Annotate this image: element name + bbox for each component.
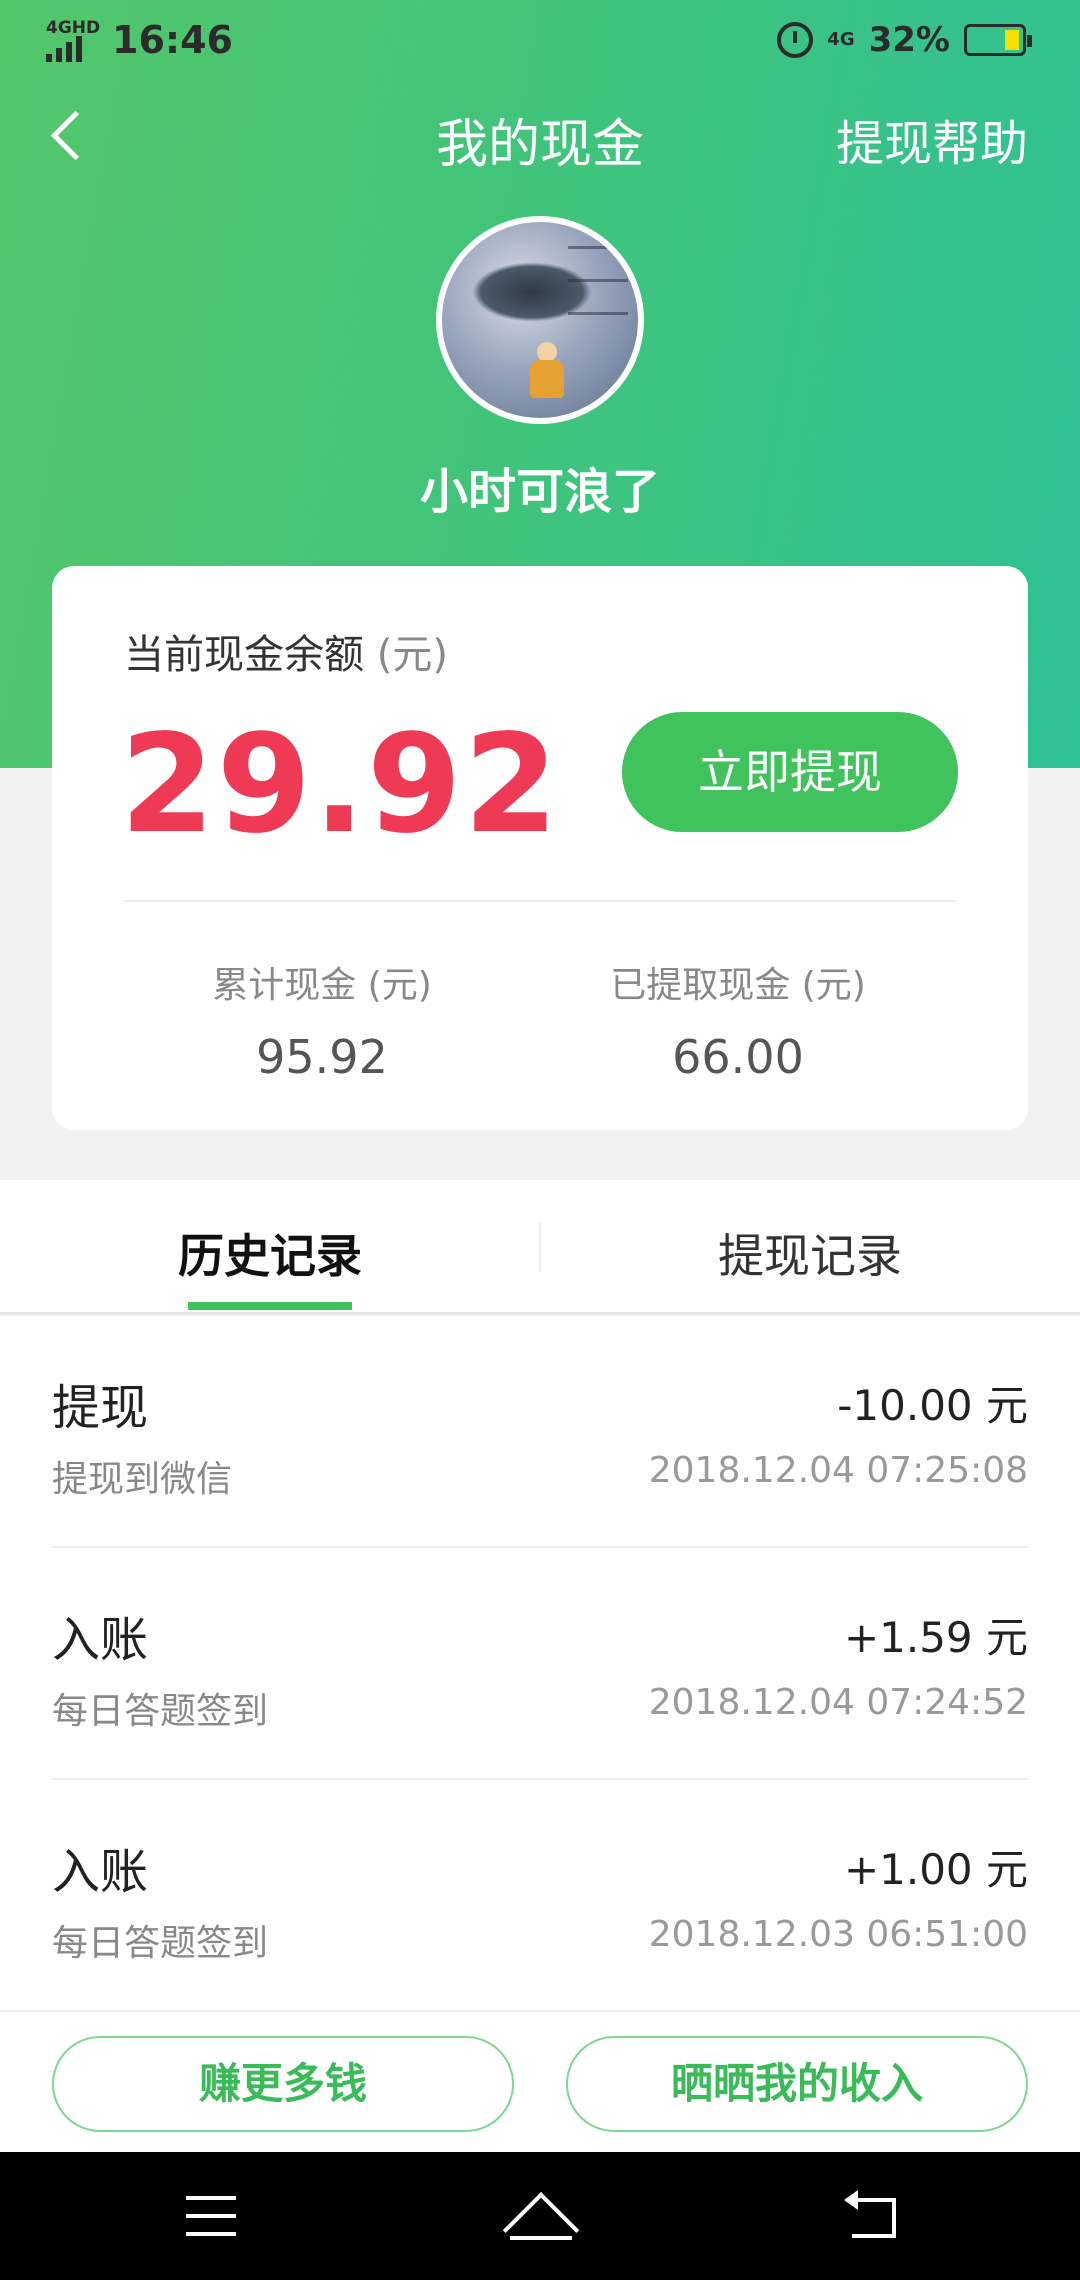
mobile-data-indicator: 4G	[827, 29, 855, 50]
navigation-bar: 我的现金 提现帮助	[0, 90, 1080, 186]
record-tabs: 历史记录 提现记录	[0, 1180, 1080, 1314]
status-bar: 4GHD 16:46 4G 32%	[0, 0, 1080, 84]
clock: 16:46	[112, 18, 233, 62]
status-left: 4GHD 16:46	[46, 18, 233, 62]
record-description: 提现到微信	[52, 1459, 233, 1500]
bottom-action-bar: 赚更多钱 晒晒我的收入	[0, 2010, 1080, 2152]
record-amount: -10.00 元	[837, 1381, 1028, 1430]
balance-label: 当前现金余额 (元)	[124, 632, 448, 678]
record-time: 2018.12.03 06:51:00	[648, 1914, 1028, 1955]
record-time: 2018.12.04 07:24:52	[648, 1682, 1028, 1723]
battery-icon	[964, 24, 1032, 56]
home-icon[interactable]	[502, 2192, 580, 2269]
card-divider	[124, 900, 956, 902]
tab-history[interactable]: 历史记录	[0, 1220, 540, 1286]
menu-icon[interactable]	[186, 2196, 236, 2236]
total-cash-stat: 累计现金 (元) 95.92	[112, 956, 532, 1084]
list-item[interactable]: 入账 +1.00 元 每日答题签到 2018.12.03 06:51:00	[52, 1780, 1028, 2012]
username: 小时可浪了	[419, 464, 660, 520]
withdraw-help-link[interactable]: 提现帮助	[836, 104, 1028, 174]
active-tab-indicator	[188, 1302, 352, 1310]
share-income-button[interactable]: 晒晒我的收入	[566, 2036, 1028, 2132]
withdrawn-cash-label: 已提取现金 (元)	[610, 965, 866, 1006]
list-item[interactable]: 提现 -10.00 元 提现到微信 2018.12.04 07:25:08	[52, 1316, 1028, 1548]
record-type: 提现	[52, 1380, 149, 1436]
balance-card: 当前现金余额 (元) 29.92 立即提现 累计现金 (元) 95.92 已提取…	[52, 566, 1028, 1130]
record-list: 提现 -10.00 元 提现到微信 2018.12.04 07:25:08 入账…	[0, 1316, 1080, 2016]
record-description: 每日答题签到	[52, 1923, 269, 1964]
network-type: 4GHD	[46, 18, 101, 38]
record-amount: +1.59 元	[843, 1613, 1028, 1662]
my-cash-screen: 4GHD 16:46 4G 32% 我的现金 提现帮助 小时可浪了 当前现金余额…	[0, 0, 1080, 2280]
avatar[interactable]	[436, 216, 644, 424]
tab-withdraw-records[interactable]: 提现记录	[540, 1220, 1080, 1286]
withdraw-now-button[interactable]: 立即提现	[622, 712, 958, 832]
earn-more-button[interactable]: 赚更多钱	[52, 2036, 514, 2132]
record-amount: +1.00 元	[843, 1845, 1028, 1894]
record-description: 每日答题签到	[52, 1691, 269, 1732]
alarm-icon	[777, 22, 814, 58]
record-type: 入账	[52, 1844, 149, 1900]
balance-amount: 29.92	[120, 706, 561, 864]
list-item[interactable]: 入账 +1.59 元 每日答题签到 2018.12.04 07:24:52	[52, 1548, 1028, 1780]
system-back-icon[interactable]	[844, 2190, 896, 2238]
total-cash-value: 95.92	[256, 1030, 388, 1084]
withdrawn-cash-stat: 已提取现金 (元) 66.00	[528, 956, 948, 1084]
record-time: 2018.12.04 07:25:08	[648, 1450, 1028, 1491]
total-cash-label: 累计现金 (元)	[212, 965, 432, 1006]
battery-percent: 32%	[868, 20, 950, 60]
record-type: 入账	[52, 1612, 149, 1668]
withdrawn-cash-value: 66.00	[672, 1030, 804, 1084]
system-navigation-bar	[0, 2152, 1080, 2280]
signal-icon: 4GHD	[46, 18, 101, 62]
status-right: 4G 32%	[777, 20, 1032, 60]
balance-unit: (元)	[376, 632, 448, 678]
